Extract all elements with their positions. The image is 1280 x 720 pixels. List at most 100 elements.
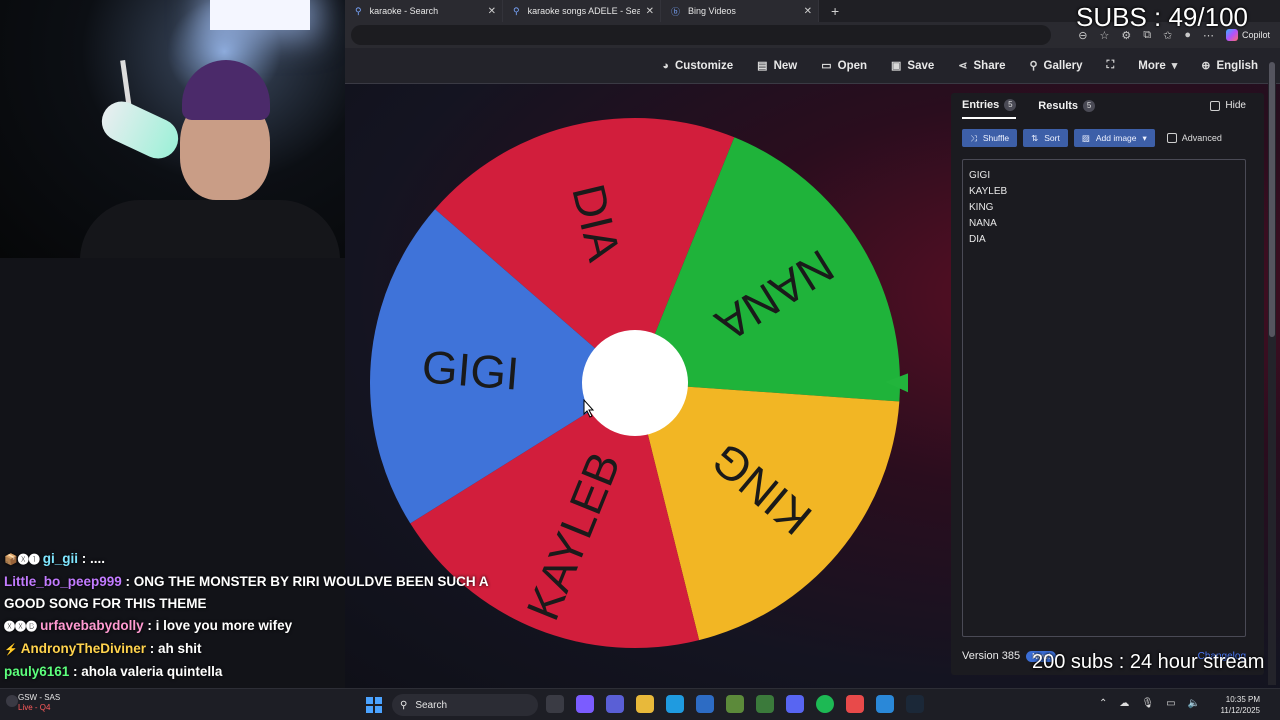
file-explorer-icon[interactable]	[636, 695, 654, 713]
search-icon: ⚲	[1029, 60, 1038, 72]
app-header: ◕ Customize ▤ New ▭ Open ▣ Save ⋖ Share …	[345, 48, 1280, 84]
gallery-label: Gallery	[1043, 59, 1083, 72]
sports-icon	[6, 695, 18, 707]
stream-goal: 200 subs : 24 hour stream	[1032, 651, 1265, 673]
browser-tab[interactable]: ⓑ Bing Videos ✕	[661, 0, 819, 22]
app-icon[interactable]	[756, 695, 774, 713]
entries-textarea[interactable]: GIGI KAYLEB KING NANA DIA	[962, 159, 1246, 637]
chat-badges-icon: 🅧🅧🅑	[4, 621, 41, 633]
taskbar-clock[interactable]: 10:35 PM 11/12/2025	[1221, 694, 1260, 716]
system-tray: ⌃ ☁ 🎙 ▭ 🔈	[1099, 698, 1200, 709]
shuffle-button[interactable]: ⤨ Shuffle	[962, 129, 1018, 147]
more-button[interactable]: More ▾	[1138, 59, 1178, 73]
store-icon[interactable]	[696, 695, 714, 713]
spotify-icon[interactable]	[816, 695, 834, 713]
display-icon[interactable]: ▭	[1166, 698, 1175, 709]
share-label: Share	[973, 59, 1006, 72]
widget-title: GSW - SAS	[18, 693, 61, 702]
sports-widget[interactable]: GSW - SAS Live - Q4	[6, 693, 61, 713]
tab-title: karaoke - Search	[369, 6, 439, 16]
save-button[interactable]: ▣ Save	[891, 59, 935, 73]
hide-toggle[interactable]: Hide	[1210, 100, 1246, 111]
chat-text: : ahola valeria quintella	[69, 664, 223, 679]
fullscreen-button[interactable]: ⛶	[1107, 59, 1115, 72]
chevron-down-icon: ▾	[1142, 132, 1147, 143]
share-icon: ⋖	[958, 60, 968, 72]
minecraft-icon[interactable]	[726, 695, 744, 713]
chevron-down-icon: ▾	[1171, 60, 1178, 72]
sort-label: Sort	[1044, 133, 1060, 143]
shuffle-icon: ⤨	[970, 132, 977, 143]
sort-icon: ⇅	[1031, 132, 1039, 143]
hide-checkbox[interactable]	[1210, 100, 1221, 111]
chat-message: 📦🅧❶ gi_gii : ....	[4, 548, 504, 571]
language-button[interactable]: ⊕ English	[1201, 59, 1258, 73]
chat-username: urfavebabydolly	[40, 618, 144, 633]
language-label: English	[1216, 59, 1258, 72]
tab-results[interactable]: Results 5	[1038, 99, 1096, 119]
sort-button[interactable]: ⇅ Sort	[1023, 129, 1068, 147]
save-icon: ▣	[891, 60, 902, 72]
taskbar-search[interactable]: ⚲ Search	[392, 694, 538, 716]
advanced-label: Advanced	[1181, 133, 1222, 143]
add-image-button[interactable]: ▨ Add image ▾	[1073, 129, 1155, 147]
taskbar-apps	[546, 695, 924, 713]
new-tab-button[interactable]: +	[831, 3, 839, 19]
tab-title: karaoke songs ADELE - Search	[527, 6, 640, 16]
browser-tab[interactable]: ⚲ karaoke songs ADELE - Search ✕	[503, 0, 661, 22]
entry-line[interactable]: KAYLEB	[969, 184, 1239, 200]
results-count-badge: 5	[1083, 100, 1096, 112]
close-icon[interactable]: ✕	[804, 6, 812, 17]
entry-line[interactable]: GIGI	[969, 168, 1239, 184]
windows-start-icon[interactable]	[366, 697, 382, 713]
copilot-app-icon[interactable]	[576, 695, 594, 713]
discord-icon[interactable]	[786, 695, 804, 713]
photos-icon[interactable]	[876, 695, 894, 713]
teams-icon[interactable]	[606, 695, 624, 713]
chrome-icon[interactable]	[846, 695, 864, 713]
cloud-icon[interactable]: ☁	[1119, 698, 1129, 709]
globe-icon: ⊕	[1201, 60, 1211, 72]
tab-entries[interactable]: Entries 5	[962, 99, 1017, 119]
shuffle-label: Shuffle	[982, 133, 1010, 143]
chat-username: pauly6161	[4, 664, 70, 679]
chat-username: gi_gii	[42, 551, 79, 566]
open-button[interactable]: ▭ Open	[821, 59, 867, 73]
advanced-toggle[interactable]: Advanced	[1166, 133, 1222, 143]
chat-username: AndronyTheDiviner	[20, 641, 147, 656]
close-icon[interactable]: ✕	[488, 6, 496, 17]
new-button[interactable]: ▤ New	[757, 59, 797, 73]
customize-button[interactable]: ◕ Customize	[662, 60, 733, 72]
chat-message: 🅧🅧🅑 urfavebabydolly : i love you more wi…	[4, 615, 504, 638]
version-label: Version 385	[962, 650, 1021, 662]
microphone-icon[interactable]: 🎙	[1141, 698, 1154, 709]
page-scrollbar-thumb[interactable]	[1269, 62, 1275, 337]
search-icon: ⚲	[355, 5, 362, 16]
address-bar[interactable]	[351, 25, 1051, 45]
advanced-checkbox[interactable]	[1166, 133, 1177, 143]
entry-line[interactable]: NANA	[969, 216, 1239, 232]
chat-message: Little_bo_peep999 : ONG THE MONSTER BY R…	[4, 571, 504, 615]
volume-icon[interactable]: 🔈	[1188, 698, 1200, 709]
entry-line[interactable]: KING	[969, 200, 1239, 216]
task-view-icon[interactable]	[546, 695, 564, 713]
entry-line[interactable]: DIA	[969, 232, 1239, 248]
save-label: Save	[907, 59, 935, 72]
wheel-center[interactable]	[582, 330, 688, 436]
close-icon[interactable]: ✕	[646, 6, 654, 17]
share-button[interactable]: ⋖ Share	[958, 59, 1006, 73]
chat-badges-icon: 📦🅧❶	[4, 554, 43, 566]
wheel-sector-label: GIGI	[420, 340, 521, 399]
gallery-button[interactable]: ⚲ Gallery	[1029, 59, 1083, 73]
entries-toolbar: ⤨ Shuffle ⇅ Sort ▨ Add image ▾ Advanced	[962, 129, 1222, 147]
steam-icon[interactable]	[906, 695, 924, 713]
subs-counter: SUBS : 49/100	[1076, 2, 1248, 32]
edge-icon[interactable]	[666, 695, 684, 713]
clock-time: 10:35 PM	[1225, 695, 1260, 704]
chat-text: : ....	[78, 551, 106, 566]
chat-text: : ah shit	[146, 641, 202, 656]
entries-panel: Entries 5 Results 5 Hide ⤨ Shuffle ⇅ Sor…	[951, 93, 1264, 675]
browser-tab[interactable]: ⚲ karaoke - Search ✕	[345, 0, 503, 22]
chevron-up-icon[interactable]: ⌃	[1099, 698, 1107, 709]
more-label: More	[1138, 59, 1166, 72]
